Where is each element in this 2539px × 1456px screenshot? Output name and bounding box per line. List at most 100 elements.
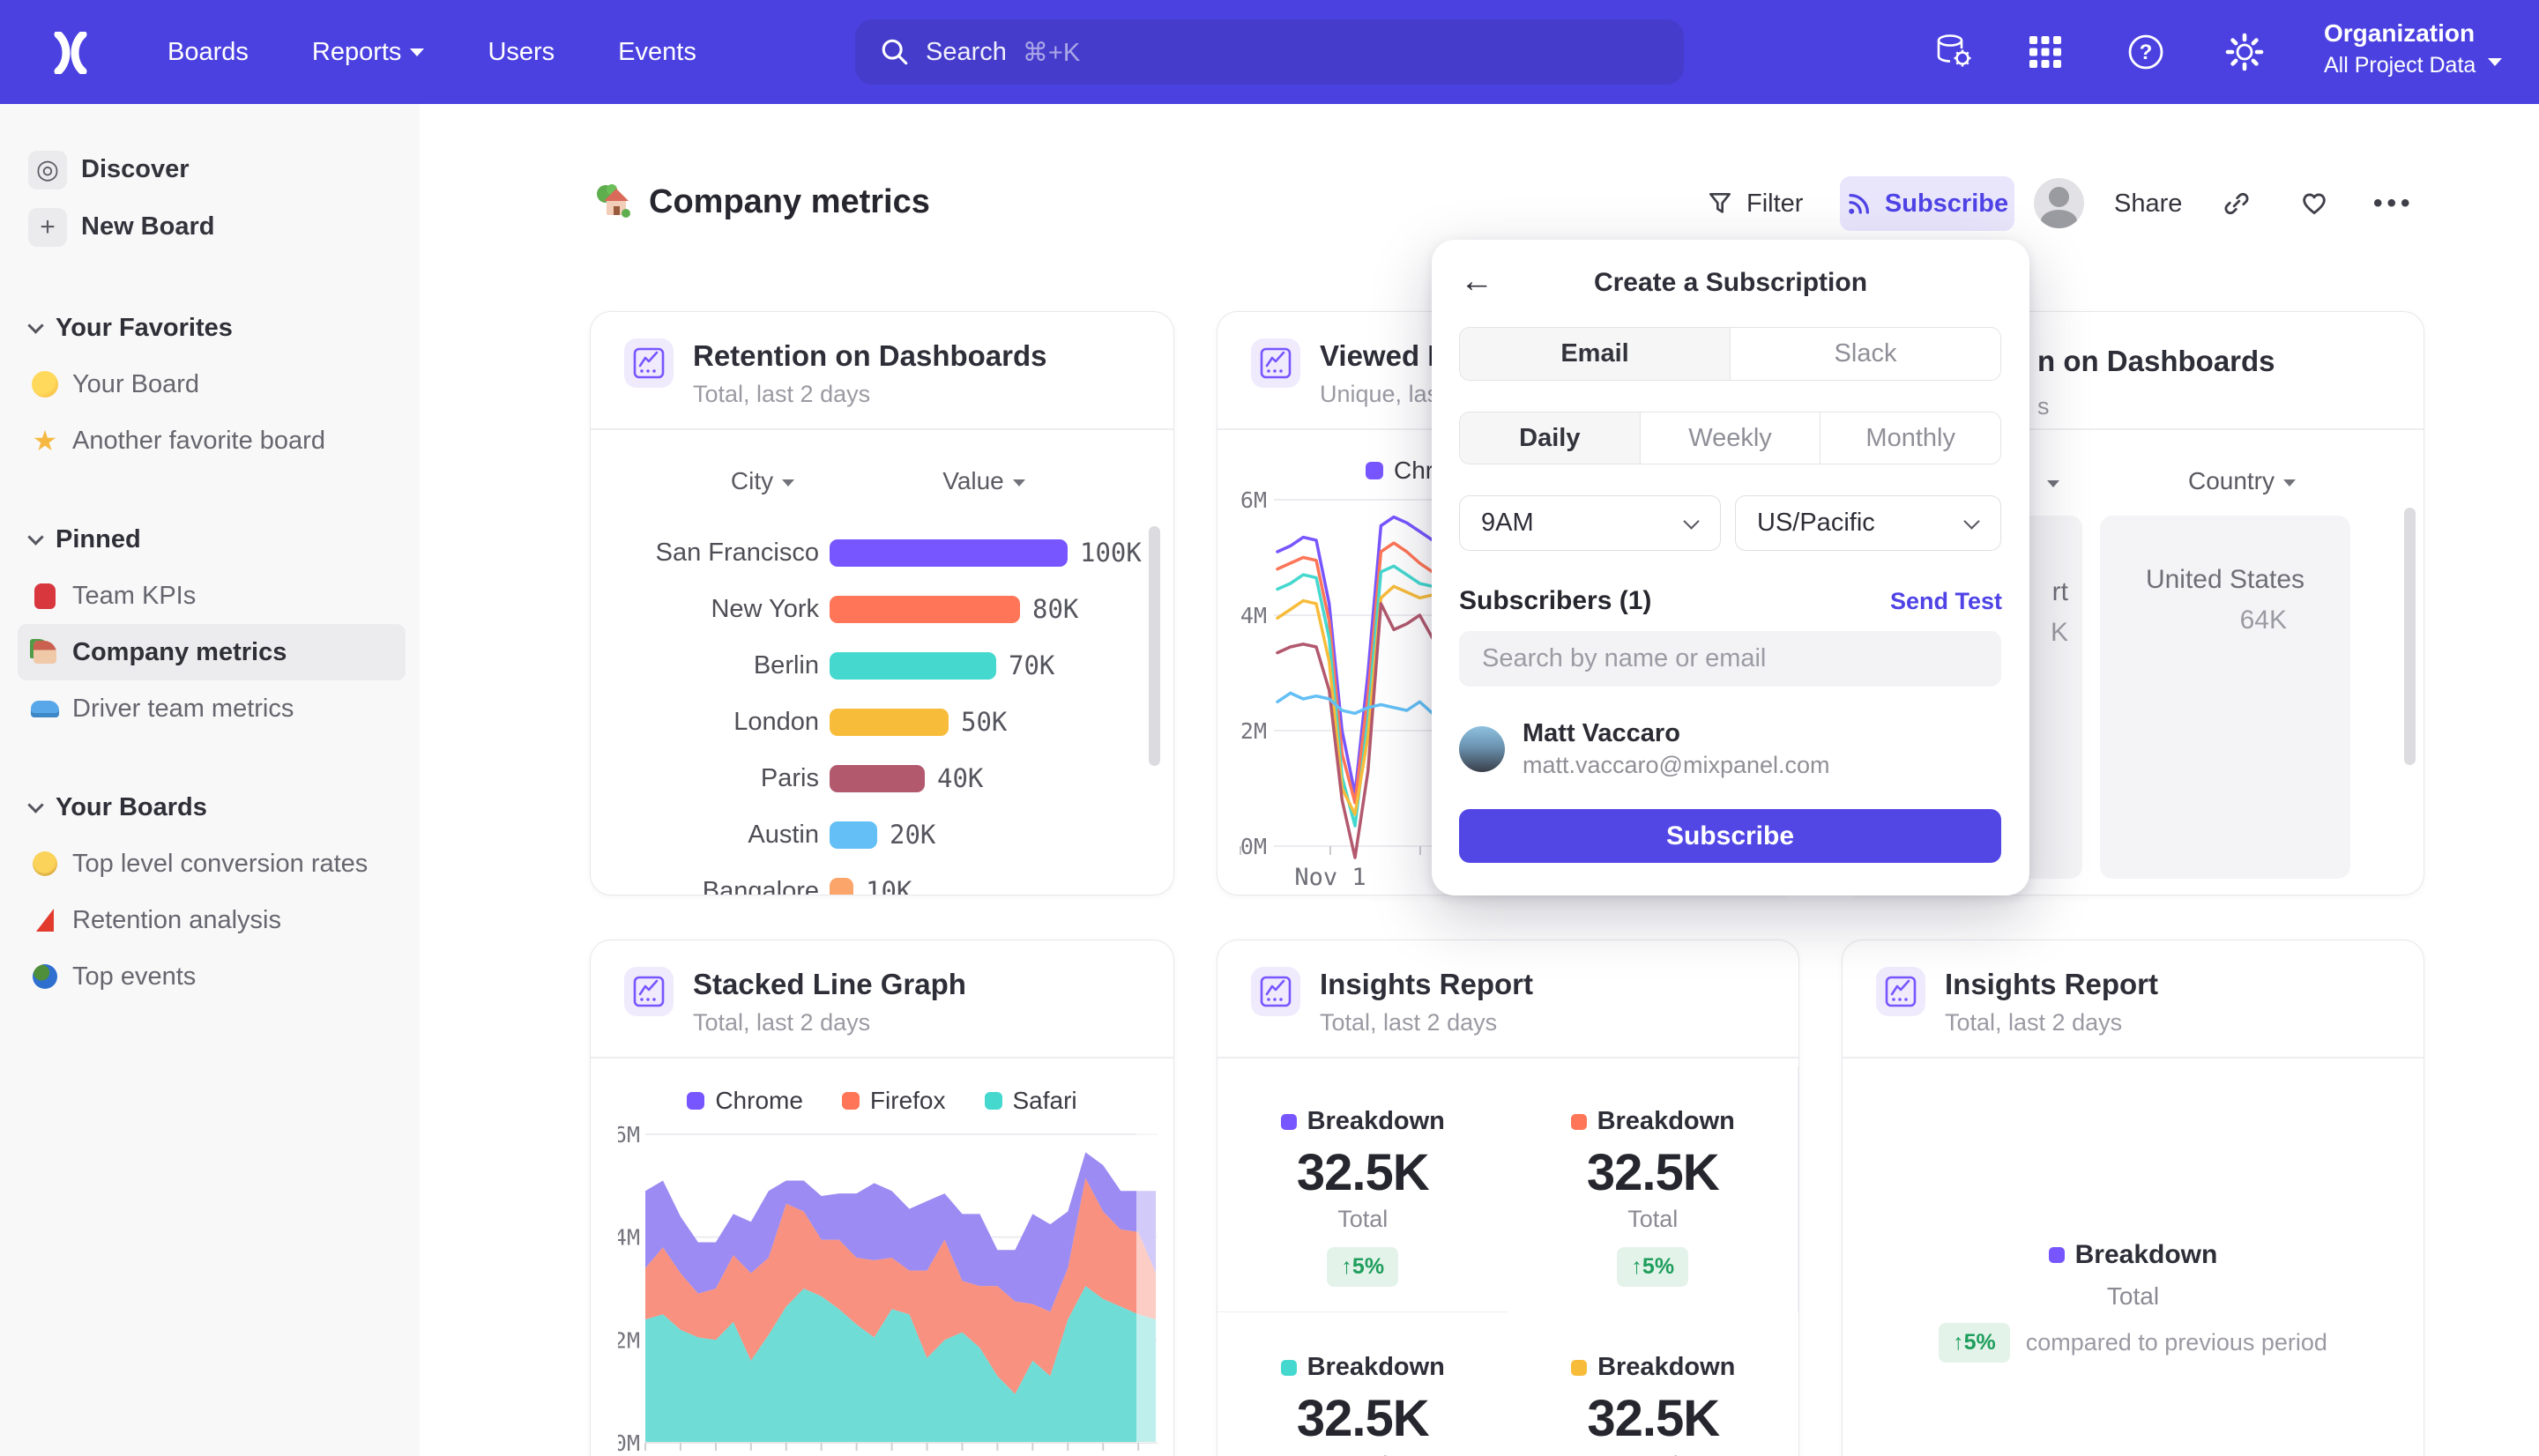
section-header[interactable]: Your Boards bbox=[18, 779, 406, 836]
bar-table: San Francisco 100K New York 80K Berlin 7… bbox=[591, 524, 1173, 895]
sidebar-board-item[interactable]: Another favorite board bbox=[18, 412, 406, 469]
card-insights-report: Insights Report Total, last 2 days Break… bbox=[1217, 940, 1799, 1456]
column-header-city[interactable]: City bbox=[688, 467, 838, 495]
filter-button[interactable]: Filter bbox=[1706, 176, 1803, 231]
svg-text:4M: 4M bbox=[1240, 603, 1267, 628]
breakdown-swatch bbox=[1281, 1114, 1297, 1130]
search-shortcut: ⌘+K bbox=[1023, 37, 1080, 68]
board-label: Retention analysis bbox=[72, 906, 281, 935]
sort-caret-icon bbox=[2047, 480, 2059, 487]
sidebar-board-item[interactable]: Team KPIs bbox=[18, 568, 406, 624]
svg-text:0M: 0M bbox=[1240, 834, 1267, 859]
value-bar bbox=[830, 821, 877, 849]
frequency-tab[interactable]: Monthly bbox=[1820, 412, 2000, 464]
sidebar-board-item[interactable]: Your Board bbox=[18, 356, 406, 412]
table-row[interactable]: New York 80K bbox=[591, 581, 1173, 637]
more-options-button[interactable]: ••• bbox=[2373, 176, 2415, 231]
modal-subscribe-button[interactable]: Subscribe bbox=[1459, 809, 2001, 863]
subscriber-email: matt.vaccaro@mixpanel.com bbox=[1523, 752, 1830, 779]
metric-value: 32.5K bbox=[1297, 1389, 1429, 1448]
mixpanel-logo-icon[interactable] bbox=[49, 32, 92, 74]
city-label: New York bbox=[591, 595, 819, 624]
sidebar-primary-item[interactable]: ◎ Discover bbox=[18, 141, 406, 198]
value-bar bbox=[830, 539, 1068, 567]
send-test-link[interactable]: Send Test bbox=[1890, 588, 2002, 615]
subscribe-label: Subscribe bbox=[1885, 189, 2008, 219]
channel-tab[interactable]: Slack bbox=[1730, 328, 2000, 380]
column-header-value[interactable]: Value bbox=[922, 467, 1046, 495]
scrollbar[interactable] bbox=[2404, 508, 2416, 765]
metric-tile[interactable]: Breakdown 32.5K Total ↑5% bbox=[1217, 1066, 1508, 1312]
card-subtitle-fragment: s bbox=[2037, 393, 2050, 420]
apps-grid-icon[interactable] bbox=[2022, 29, 2068, 75]
org-caret-icon bbox=[2488, 58, 2502, 66]
board-label: Driver team metrics bbox=[72, 695, 294, 724]
section-header[interactable]: Pinned bbox=[18, 511, 406, 568]
subscriber-row[interactable]: Matt Vaccaro matt.vaccaro@mixpanel.com bbox=[1459, 725, 1830, 773]
metric-tile[interactable]: Breakdown 32.5K Total ↑5% bbox=[1508, 1066, 1799, 1312]
nav-users[interactable]: Users bbox=[488, 38, 555, 67]
table-row[interactable]: San Francisco 100K bbox=[591, 524, 1173, 581]
avatar[interactable] bbox=[2034, 178, 2084, 228]
settings-gear-icon[interactable] bbox=[2222, 29, 2267, 75]
channel-tab[interactable]: Email bbox=[1460, 328, 1730, 380]
chart-icon bbox=[1876, 967, 1925, 1016]
board-label: Top events bbox=[72, 962, 196, 992]
metric-tile[interactable]: Breakdown 32.5K Total bbox=[1217, 1312, 1508, 1456]
breakdown-swatch bbox=[1571, 1114, 1587, 1130]
section-header[interactable]: Your Favorites bbox=[18, 300, 406, 356]
divider bbox=[591, 1057, 1173, 1059]
sidebar-section-your-boards: Your Boards Top level conversion rates R… bbox=[18, 779, 406, 1005]
metric-sub-label: Total bbox=[1337, 1452, 1388, 1456]
timezone-select[interactable]: US/Pacific bbox=[1735, 495, 2001, 551]
subscribe-button[interactable]: Subscribe bbox=[1840, 176, 2014, 231]
board-label: Team KPIs bbox=[72, 582, 196, 611]
subscriber-search-input[interactable]: Search by name or email bbox=[1459, 631, 2001, 687]
metric-tile[interactable]: Breakdown 32.5K Total bbox=[1508, 1312, 1799, 1456]
metric-value: 32.5K bbox=[1587, 1389, 1719, 1448]
card-retention-dashboards: Retention on Dashboards Total, last 2 da… bbox=[590, 311, 1174, 895]
share-button[interactable]: Share bbox=[2114, 176, 2182, 231]
stacked-area-chart[interactable]: 6M4M2M0M bbox=[618, 1106, 1165, 1456]
table-row[interactable]: London 50K bbox=[591, 694, 1173, 750]
ellipsis-icon: ••• bbox=[2373, 189, 2415, 219]
help-icon[interactable]: ? bbox=[2123, 29, 2169, 75]
column-header-country[interactable]: Country bbox=[2167, 467, 2317, 495]
nav-boards[interactable]: Boards bbox=[168, 38, 249, 67]
subscribers-label: Subscribers (1) bbox=[1459, 586, 1651, 616]
frequency-tab[interactable]: Daily bbox=[1460, 412, 1640, 464]
table-row[interactable]: Paris 40K bbox=[591, 750, 1173, 806]
favorite-button[interactable] bbox=[2299, 176, 2329, 231]
copy-link-button[interactable] bbox=[2222, 176, 2252, 231]
metric-sub-label: Total bbox=[1628, 1452, 1679, 1456]
divider bbox=[591, 428, 1173, 430]
search-input[interactable]: Search ⌘+K bbox=[855, 19, 1684, 85]
table-row[interactable]: Bangalore 10K bbox=[591, 863, 1173, 895]
sidebar-board-item[interactable]: Top events bbox=[18, 948, 406, 1005]
city-label: Austin bbox=[591, 821, 819, 850]
frequency-tab[interactable]: Weekly bbox=[1640, 412, 1820, 464]
value-bar bbox=[830, 596, 1020, 623]
nav-reports[interactable]: Reports bbox=[312, 38, 425, 67]
table-row[interactable]: Berlin 70K bbox=[591, 637, 1173, 694]
board-emoji-icon bbox=[30, 637, 60, 667]
sidebar-board-item[interactable]: Company metrics bbox=[18, 624, 406, 680]
time-select[interactable]: 9AM bbox=[1459, 495, 1721, 551]
data-management-icon[interactable] bbox=[1931, 29, 1977, 75]
sidebar-primary-item[interactable]: + New Board bbox=[18, 198, 406, 256]
card-title: Stacked Line Graph bbox=[693, 969, 966, 1000]
table-row[interactable]: Austin 20K bbox=[591, 806, 1173, 863]
scrollbar[interactable] bbox=[1149, 526, 1160, 766]
sidebar-board-item[interactable]: Top level conversion rates bbox=[18, 836, 406, 892]
delta-badge: ↑5% bbox=[1617, 1247, 1688, 1287]
card-title: Retention on Dashboards bbox=[693, 340, 1047, 372]
breakdown-label: Breakdown bbox=[1597, 1353, 1735, 1382]
nav-events[interactable]: Events bbox=[618, 38, 696, 67]
delta-note: compared to previous period bbox=[2026, 1329, 2327, 1356]
sidebar-primary-icon: + bbox=[28, 208, 67, 247]
org-switcher[interactable]: Organization All Project Data bbox=[2324, 19, 2476, 78]
sidebar-board-item[interactable]: Driver team metrics bbox=[18, 680, 406, 737]
divider bbox=[1843, 1057, 2424, 1059]
sidebar-board-item[interactable]: Retention analysis bbox=[18, 892, 406, 948]
pivot-cell-country: United States 64K bbox=[2100, 516, 2350, 879]
